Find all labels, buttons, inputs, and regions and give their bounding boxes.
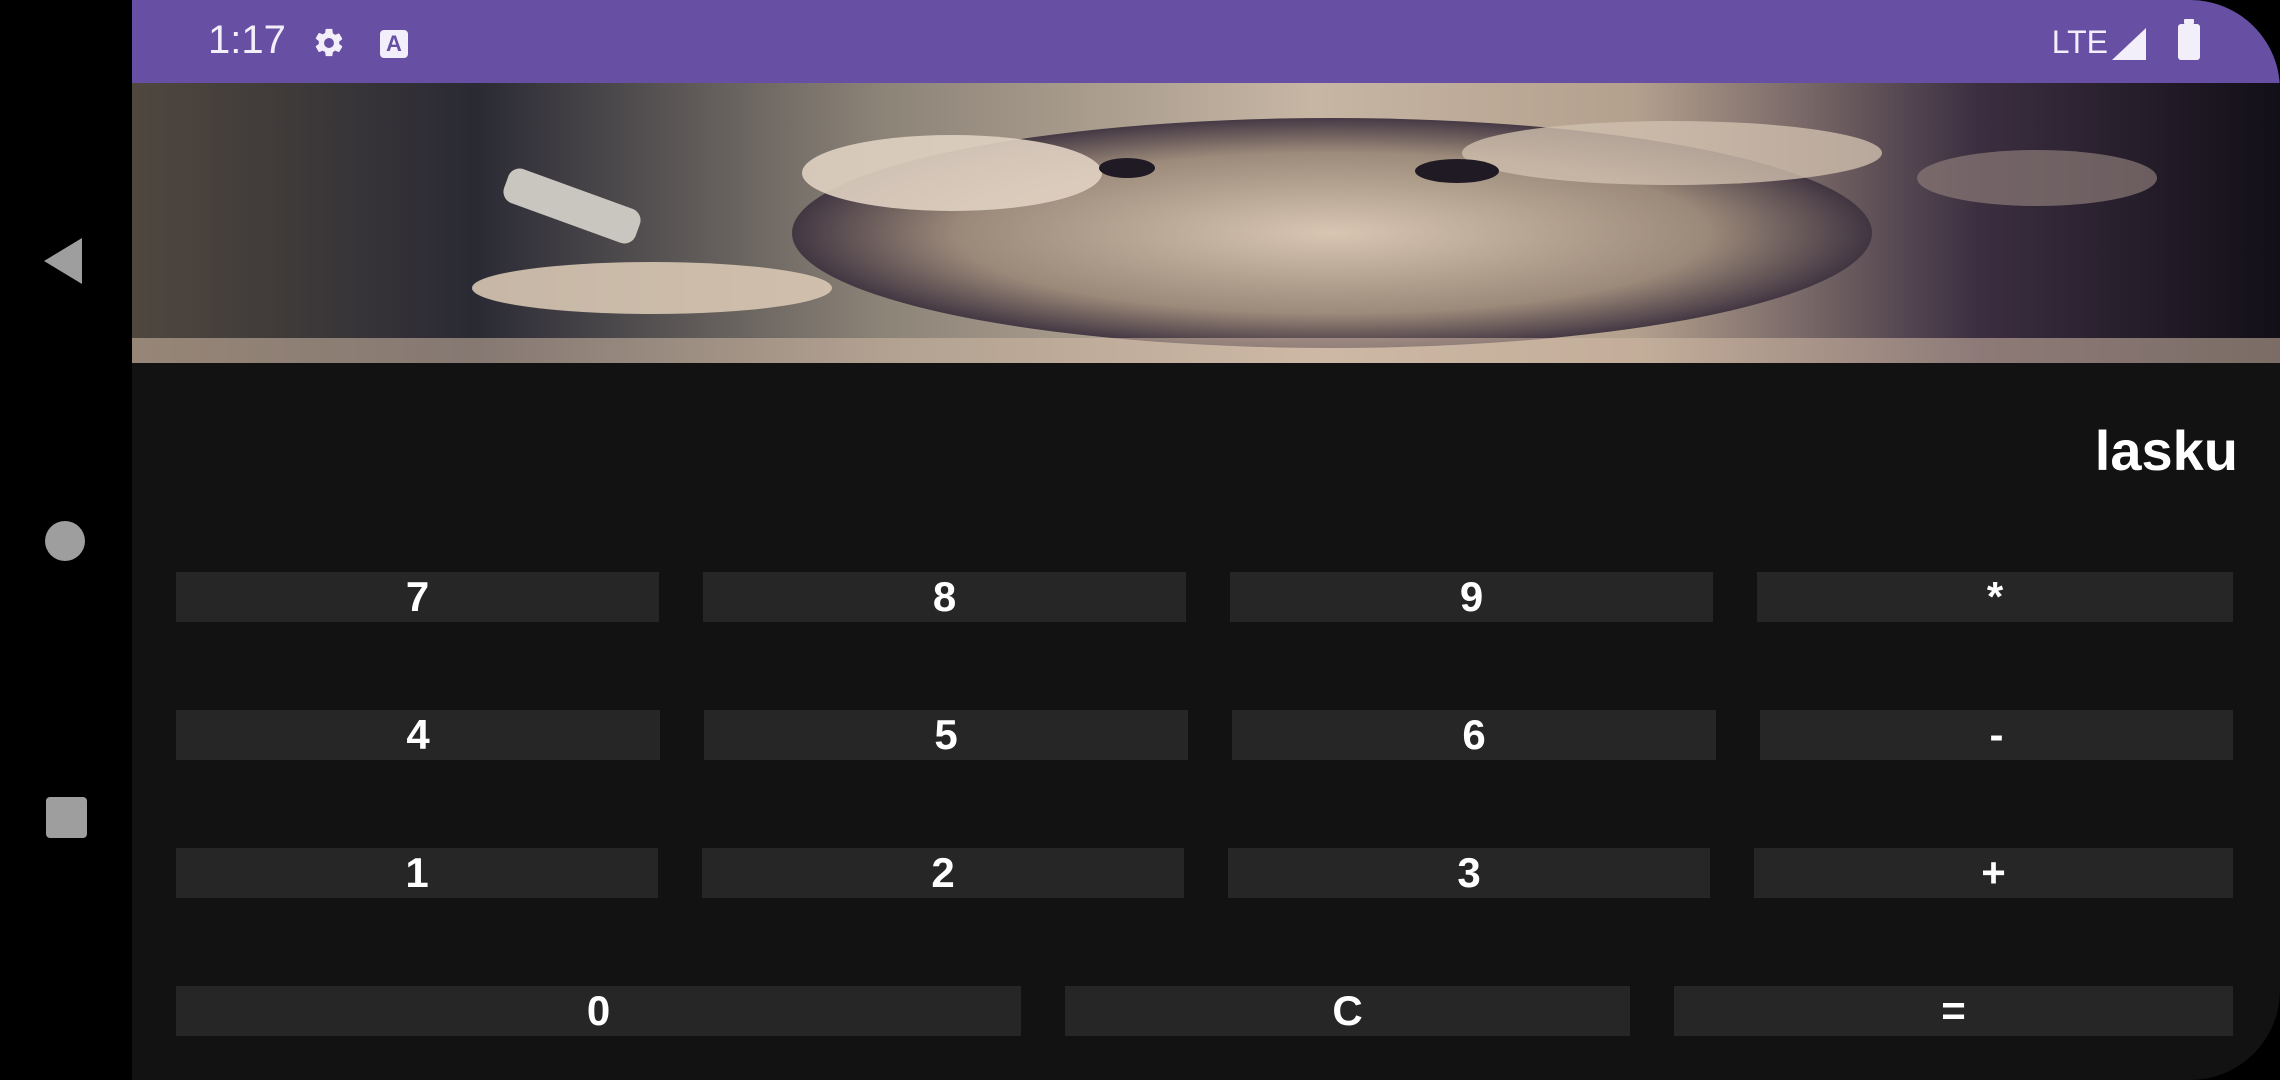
button-minus[interactable]: - [1760,710,2233,760]
signal-icon [2112,28,2146,60]
status-bar: 1:17 A LTE [132,0,2280,83]
button-0[interactable]: 0 [176,986,1021,1036]
artwork-image [132,118,2280,363]
button-multiply[interactable]: * [1757,572,2233,622]
button-equals[interactable]: = [1674,986,2233,1036]
button-8[interactable]: 8 [703,572,1186,622]
network-label: LTE [2051,24,2108,60]
button-5[interactable]: 5 [704,710,1188,760]
navigation-bar [0,0,132,1080]
button-3[interactable]: 3 [1228,848,1710,898]
text-a-icon: A [380,30,408,58]
button-1[interactable]: 1 [176,848,658,898]
button-4[interactable]: 4 [176,710,660,760]
recents-square-icon[interactable] [46,797,87,838]
status-time: 1:17 [208,18,286,62]
app-screen: 1:17 A LTE lasku 7 8 9 * 4 5 6 - 1 2 3 +… [132,0,2280,1080]
battery-icon [2178,19,2200,60]
home-circle-icon[interactable] [45,521,85,561]
phone-device: 1:17 A LTE lasku 7 8 9 * 4 5 6 - 1 2 3 +… [0,0,2280,1080]
button-6[interactable]: 6 [1232,710,1716,760]
button-clear[interactable]: C [1065,986,1630,1036]
gear-icon [315,28,343,57]
back-triangle-icon[interactable] [44,238,82,284]
hero-image [132,83,2280,363]
button-9[interactable]: 9 [1230,572,1713,622]
calculator-display: lasku [2094,419,2238,482]
button-7[interactable]: 7 [176,572,659,622]
button-plus[interactable]: + [1754,848,2233,898]
button-2[interactable]: 2 [702,848,1184,898]
